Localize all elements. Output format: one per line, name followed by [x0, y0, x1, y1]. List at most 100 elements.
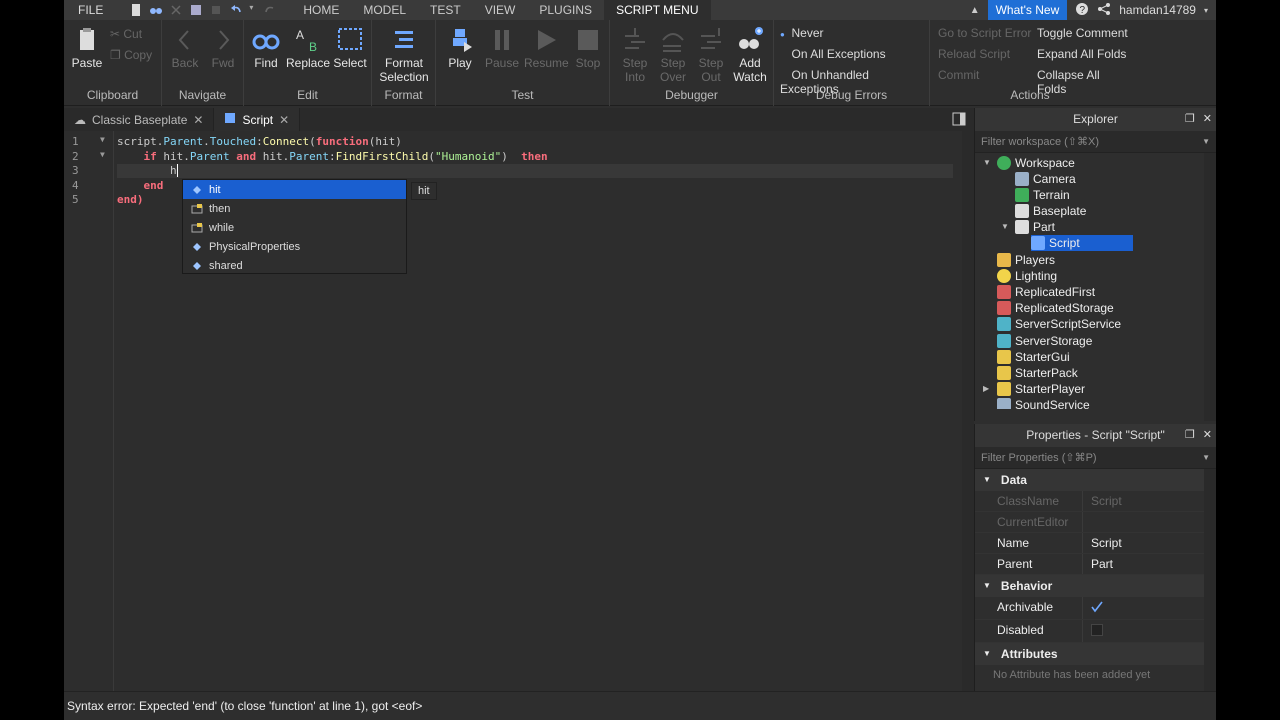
step-over-button[interactable]: Step Over [654, 26, 692, 84]
property-row[interactable]: Name Script [975, 533, 1216, 554]
file-menu[interactable]: FILE [64, 3, 117, 17]
help-icon[interactable]: ? [1075, 2, 1089, 19]
tree-item-part[interactable]: Part [1015, 219, 1055, 235]
properties-scrollbar[interactable] [1204, 469, 1216, 691]
tree-item-server-storage[interactable]: ServerStorage [997, 333, 1092, 349]
tab-view[interactable]: VIEW [473, 0, 528, 20]
close-icon[interactable]: ✕ [1203, 424, 1212, 447]
step-out-button[interactable]: Step Out [692, 26, 730, 84]
chevron-up-icon[interactable]: ▲ [970, 5, 980, 16]
expand-arrow-icon[interactable]: ▼ [983, 158, 991, 167]
tree-item-starter-player[interactable]: StarterPlayer [997, 381, 1085, 397]
close-icon[interactable]: ✕ [279, 113, 289, 127]
section-attributes[interactable]: ▼ Attributes [975, 643, 1216, 665]
autocomplete-item[interactable]: shared [183, 256, 406, 275]
autocomplete-item[interactable]: then [183, 199, 406, 218]
tab-script[interactable]: Script ✕ [214, 108, 301, 131]
tree-item-lighting[interactable]: Lighting [997, 268, 1057, 284]
reload-script-button[interactable]: Reload Script [938, 47, 1010, 61]
code-line-2: if hit.Parent and hit.Parent:FindFirstCh… [143, 150, 548, 163]
redo-icon[interactable] [263, 3, 277, 17]
undo-icon[interactable] [229, 3, 243, 17]
properties-filter-input[interactable]: Filter Properties (⇧⌘P) ▼ [975, 447, 1216, 469]
tree-item-script[interactable]: Script [1031, 235, 1133, 251]
section-data[interactable]: ▼ Data [975, 469, 1216, 491]
tree-item-sound-service[interactable]: SoundService [997, 397, 1090, 409]
autocomplete-item[interactable]: PhysicalProperties [183, 237, 406, 256]
chevron-down-icon[interactable]: ▼ [1202, 447, 1210, 469]
checkmark-icon[interactable] [1091, 601, 1103, 613]
property-row[interactable]: ClassName Script [975, 491, 1216, 512]
find-button[interactable]: Find [250, 26, 282, 70]
commit-button[interactable]: Commit [938, 68, 979, 82]
share-icon[interactable] [1097, 2, 1111, 19]
tree-item-camera[interactable]: Camera [1015, 171, 1076, 187]
property-row[interactable]: CurrentEditor [975, 512, 1216, 533]
tab-script-menu[interactable]: SCRIPT MENU [604, 0, 711, 20]
explorer-filter-input[interactable]: Filter workspace (⇧⌘X) ▼ [975, 131, 1216, 153]
resume-button[interactable]: Resume [524, 26, 569, 70]
collapsed-arrow-icon[interactable]: ▶ [983, 384, 989, 393]
tab-plugins[interactable]: PLUGINS [527, 0, 604, 20]
binoculars-icon[interactable] [149, 3, 163, 17]
cut-icon[interactable] [169, 3, 183, 17]
expand-all-folds-button[interactable]: Expand All Folds [1037, 47, 1126, 61]
goto-script-error-button[interactable]: Go to Script Error [938, 26, 1031, 40]
tree-item-replicated-storage[interactable]: ReplicatedStorage [997, 300, 1114, 316]
chevron-down-icon[interactable]: ▾ [1204, 6, 1208, 15]
tree-item-replicated-first[interactable]: ReplicatedFirst [997, 284, 1095, 300]
dock-icon[interactable] [944, 108, 974, 131]
tree-item-server-script-service[interactable]: ServerScriptService [997, 316, 1121, 332]
autocomplete-item[interactable]: while [183, 218, 406, 237]
forward-button[interactable]: Fwd [208, 26, 238, 70]
explorer-scrollbar[interactable] [1204, 153, 1216, 421]
step-into-button[interactable]: Step Into [616, 26, 654, 84]
expand-arrow-icon[interactable]: ▼ [1001, 222, 1009, 231]
property-row-archivable[interactable]: Archivable [975, 597, 1216, 620]
copy-button[interactable]: ❐ Copy [110, 48, 152, 62]
fold-arrow-icon[interactable]: ▼ [100, 150, 105, 159]
properties-title: Properties - Script "Script" ❐ ✕ [975, 424, 1216, 447]
stop-button[interactable]: Stop [570, 26, 606, 70]
section-behavior[interactable]: ▼ Behavior [975, 575, 1216, 597]
paste-button[interactable]: Paste [70, 26, 104, 70]
tree-item-baseplate[interactable]: Baseplate [1015, 203, 1086, 219]
pause-button[interactable]: Pause [482, 26, 522, 70]
new-file-icon[interactable] [129, 3, 143, 17]
dropdown-arrow-icon[interactable]: ▾ [249, 3, 257, 17]
property-row[interactable]: Parent Part [975, 554, 1216, 575]
whats-new-button[interactable]: What's New [987, 0, 1068, 20]
tab-classic-baseplate[interactable]: ☁ Classic Baseplate ✕ [64, 108, 215, 131]
restore-icon[interactable]: ❐ [1185, 108, 1195, 131]
add-watch-button[interactable]: Add Watch [730, 26, 770, 84]
checkbox-icon[interactable] [1091, 624, 1103, 636]
tab-test[interactable]: TEST [418, 0, 473, 20]
property-row-disabled[interactable]: Disabled [975, 620, 1216, 643]
tree-item-terrain[interactable]: Terrain [1015, 187, 1070, 203]
cut-button[interactable]: ✂ Cut [110, 27, 142, 41]
tree-item-workspace[interactable]: Workspace [997, 155, 1075, 171]
autocomplete-item[interactable]: hit [183, 180, 406, 199]
debug-never-option[interactable]: ● Never [780, 26, 824, 40]
play-button[interactable]: Play [442, 26, 478, 70]
fold-arrow-icon[interactable]: ▼ [100, 135, 105, 144]
editor-scrollbar[interactable] [962, 131, 974, 691]
back-button[interactable]: Back [170, 26, 200, 70]
tree-item-starter-pack[interactable]: StarterPack [997, 365, 1078, 381]
format-selection-button[interactable]: Format Selection [376, 26, 432, 84]
select-button[interactable]: Select [332, 26, 368, 70]
debug-all-exceptions-option[interactable]: ● On All Exceptions [780, 47, 886, 61]
close-icon[interactable]: ✕ [1203, 108, 1212, 131]
tree-item-starter-gui[interactable]: StarterGui [997, 349, 1070, 365]
tab-home[interactable]: HOME [291, 0, 351, 20]
tab-model[interactable]: MODEL [351, 0, 418, 20]
replace-button[interactable]: AB Replace [286, 26, 330, 70]
chevron-down-icon[interactable]: ▼ [1202, 131, 1210, 153]
toggle-comment-button[interactable]: Toggle Comment [1037, 26, 1128, 40]
username[interactable]: hamdan14789 [1119, 3, 1196, 17]
tree-item-players[interactable]: Players [997, 252, 1055, 268]
stop-icon[interactable] [209, 3, 223, 17]
close-icon[interactable]: ✕ [193, 113, 203, 127]
publish-icon[interactable] [189, 3, 203, 17]
restore-icon[interactable]: ❐ [1185, 424, 1195, 447]
